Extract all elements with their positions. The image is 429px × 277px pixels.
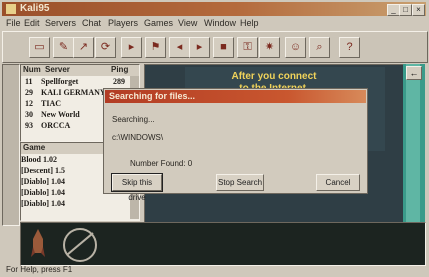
menu-games[interactable]: Games — [144, 18, 173, 28]
close-button[interactable]: × — [412, 4, 425, 16]
menu-file[interactable]: File — [6, 18, 21, 28]
title-bar[interactable]: Kali95 _ □ × — [2, 2, 426, 16]
menu-servers[interactable]: Servers — [45, 18, 76, 28]
kali-app-window: Kali95 _ □ × File Edit Servers Chat Play… — [0, 0, 429, 277]
menu-bar: File Edit Servers Chat Players Games Vie… — [2, 17, 426, 30]
stop-icon[interactable]: ■ — [213, 37, 234, 58]
col-num[interactable]: Num — [23, 65, 41, 74]
app-icon — [6, 4, 16, 14]
toolbar: ▭ ✎ ↗ ⟳ ▸ ⚑ ◂ ▸ ■ ⚿ ✷ ☺ ⌕ ? — [2, 31, 428, 63]
dialog-title: Searching for files... — [109, 91, 196, 101]
dialog-path: c:\WINDOWS\ — [112, 133, 164, 142]
menu-players[interactable]: Players — [108, 18, 138, 28]
left-edge — [2, 64, 20, 226]
menu-chat[interactable]: Chat — [82, 18, 101, 28]
flag-icon[interactable]: ⚑ — [145, 37, 166, 58]
tool-icon[interactable]: ✎ — [53, 37, 74, 58]
table-row[interactable]: 11 Spellforget 289 — [21, 77, 129, 88]
refresh-icon[interactable]: ⟳ — [95, 37, 116, 58]
search-icon[interactable]: ⌕ — [309, 37, 330, 58]
rocket-icon — [31, 229, 45, 257]
status-text: For Help, press F1 — [6, 265, 73, 274]
key-icon[interactable]: ⚿ — [237, 37, 258, 58]
maximize-button[interactable]: □ — [399, 4, 412, 16]
dialog-status: Searching... — [112, 115, 155, 124]
stop-search-button[interactable]: Stop Search — [216, 174, 264, 191]
col-ping[interactable]: Ping — [111, 65, 128, 74]
help-icon[interactable]: ? — [339, 37, 360, 58]
menu-window[interactable]: Window — [204, 18, 236, 28]
col-server[interactable]: Server — [45, 65, 70, 74]
people-icon[interactable]: ☺ — [285, 37, 306, 58]
gear-icon[interactable]: ✷ — [259, 37, 280, 58]
new-icon[interactable]: ▭ — [29, 37, 50, 58]
dialog-title-bar[interactable]: Searching for files... — [105, 90, 366, 103]
search-dialog: Searching for files... Searching... c:\W… — [103, 88, 368, 202]
cancel-button[interactable]: Cancel — [316, 174, 360, 191]
scroll-left-icon[interactable]: ← — [406, 66, 422, 80]
right-scroll-strip: ← — [403, 64, 425, 226]
arrow-icon[interactable]: ↗ — [73, 37, 94, 58]
right-icon[interactable]: ▸ — [189, 37, 210, 58]
menu-help[interactable]: Help — [240, 18, 259, 28]
menu-edit[interactable]: Edit — [24, 18, 40, 28]
menu-view[interactable]: View — [178, 18, 197, 28]
left-icon[interactable]: ◂ — [169, 37, 190, 58]
window-title: Kali95 — [20, 3, 50, 14]
server-list-header: Num Server Ping — [21, 65, 139, 76]
list-item[interactable]: [Diablo] 1.04 — [21, 199, 129, 210]
dialog-found-count: Number Found: 0 — [130, 159, 193, 168]
status-bar: For Help, press F1 — [2, 265, 426, 276]
no-sign-icon — [63, 228, 97, 262]
bottom-banner — [20, 222, 426, 266]
vertical-scrollbar[interactable] — [406, 64, 420, 224]
play-icon[interactable]: ▸ — [121, 37, 142, 58]
skip-drive-button[interactable]: Skip this drive — [111, 173, 163, 202]
notice-line-1: After you connect — [231, 71, 317, 82]
